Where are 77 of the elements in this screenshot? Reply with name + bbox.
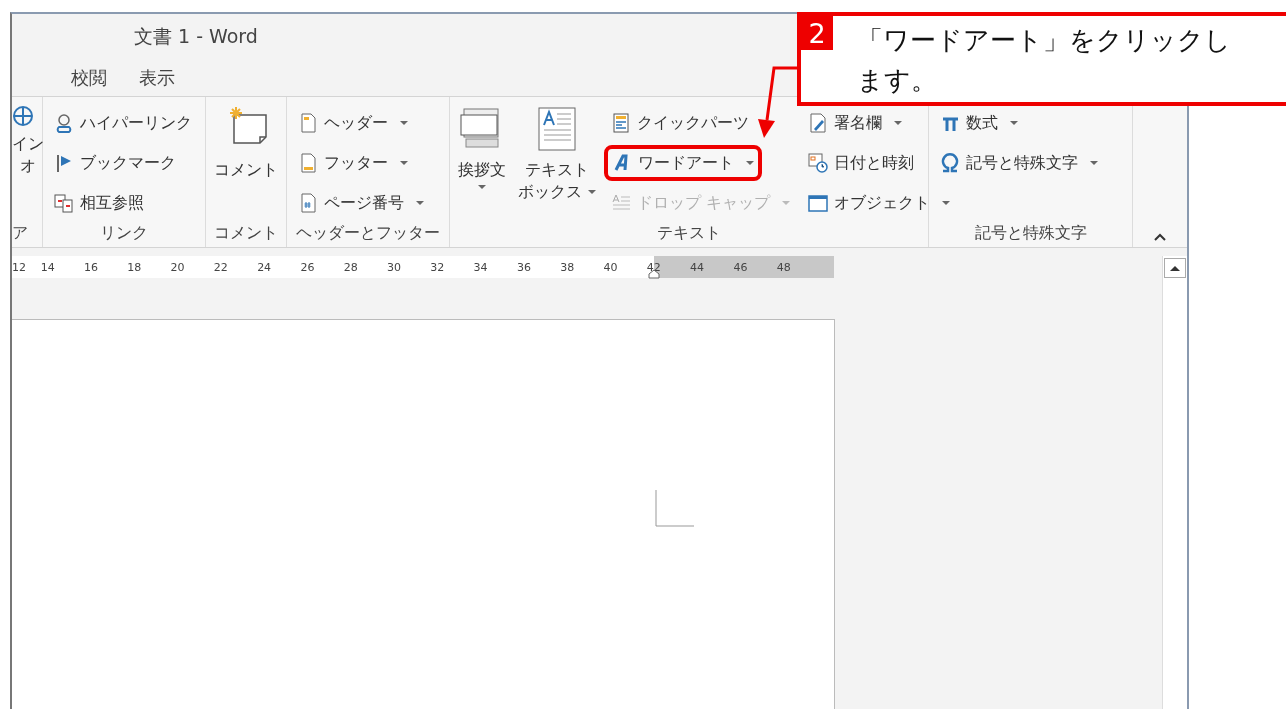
calendar-clock-icon: [808, 153, 829, 173]
omega-icon: [940, 153, 960, 173]
button-label: ボックス: [518, 181, 596, 203]
ruler-number: 28: [342, 260, 359, 274]
caret-icon: [782, 201, 791, 205]
page-icon: [298, 193, 318, 213]
ribbon-button[interactable]: コメント: [210, 105, 282, 223]
ruler-number: 24: [256, 260, 273, 274]
ribbon-button[interactable]: テキスト ボックス: [514, 105, 600, 223]
caret-icon: [478, 185, 486, 189]
ruler-number: 32: [429, 260, 446, 274]
pages-icon: [54, 193, 74, 213]
vertical-scrollbar[interactable]: [1162, 256, 1187, 709]
ribbon-button[interactable]: ブックマーク: [47, 145, 183, 181]
ruler-number: 38: [559, 260, 576, 274]
ribbon-button[interactable]: イン オ: [12, 105, 44, 223]
ribbon-button[interactable]: ヘッダー: [291, 105, 415, 141]
caret-icon: [400, 161, 408, 165]
collapse-ribbon-icon[interactable]: [1154, 233, 1166, 241]
ruler-number: 44: [689, 260, 706, 274]
group-label: ヘッダーとフッター: [295, 223, 441, 244]
pen-icon: [808, 113, 829, 133]
ruler-number: 16: [82, 260, 99, 274]
drop-cap-icon: [611, 193, 631, 213]
ruler-number: 30: [386, 260, 402, 274]
caret-icon: [942, 201, 951, 205]
ruler-number: 14: [39, 260, 56, 274]
page-icon: [298, 153, 318, 173]
ruler-number: 36: [515, 260, 532, 274]
ribbon-button[interactable]: 記号と特殊文字: [933, 145, 1105, 181]
ribbon-button[interactable]: フッター: [291, 145, 415, 181]
ribbon-button[interactable]: ワードアート: [604, 145, 762, 181]
document-icon: [611, 113, 631, 133]
ruler-number: 42: [645, 260, 662, 274]
ribbon-tab[interactable]: 校閲: [58, 61, 120, 95]
caret-icon: [416, 201, 424, 205]
ribbon-tab[interactable]: 表示: [126, 61, 188, 95]
group-label: 記号と特殊文字: [973, 223, 1088, 244]
button-label: イン: [12, 133, 44, 155]
button-label: 挨拶文: [458, 159, 506, 181]
caret-icon: [1090, 161, 1098, 165]
instruction-text: 「ワードアート」をクリックします。: [857, 24, 1232, 97]
ribbon-button[interactable]: 日付と時刻: [801, 145, 922, 181]
window-icon: [808, 193, 829, 213]
ruler-number: 34: [472, 260, 489, 274]
ruler-number: 46: [732, 260, 749, 274]
caret-icon: [588, 190, 596, 194]
ruler-number: 12: [12, 260, 26, 274]
ruler-number: 22: [212, 260, 229, 274]
button-label: テキスト: [525, 159, 589, 181]
ribbon-button[interactable]: ハイパーリンク: [47, 105, 199, 141]
button-label: オ: [20, 155, 36, 177]
page-icon: [298, 113, 318, 133]
scroll-up-icon[interactable]: [1164, 258, 1186, 278]
step-number: 2: [801, 16, 833, 50]
ribbon-button[interactable]: ページ番号: [291, 185, 431, 221]
ribbon-button[interactable]: オブジェクト: [801, 185, 958, 221]
ruler-number: 18: [126, 260, 143, 274]
ruler-number: 26: [299, 260, 316, 274]
caret-icon: [746, 161, 754, 165]
indent-marker-icon[interactable]: [648, 269, 660, 279]
ruler-number: 48: [775, 260, 792, 274]
caret-icon: [894, 121, 903, 125]
button-label: コメント: [214, 159, 278, 181]
ruler-number: 40: [602, 260, 619, 274]
ruler-number: 20: [169, 260, 186, 274]
group-label: コメント: [213, 223, 279, 244]
globe-icon: [12, 105, 34, 127]
window-title: 文書 1 - Word: [134, 24, 258, 49]
group-label: ア: [12, 223, 29, 244]
caret-icon: [400, 121, 408, 125]
caret-icon: [1010, 121, 1018, 125]
ribbon-button[interactable]: 相互参照: [47, 185, 151, 221]
group-label: テキスト: [656, 223, 722, 244]
ribbon-button[interactable]: 挨拶文: [454, 105, 510, 223]
margin-corner-mark: [655, 490, 695, 530]
group-label: リンク: [99, 223, 149, 244]
